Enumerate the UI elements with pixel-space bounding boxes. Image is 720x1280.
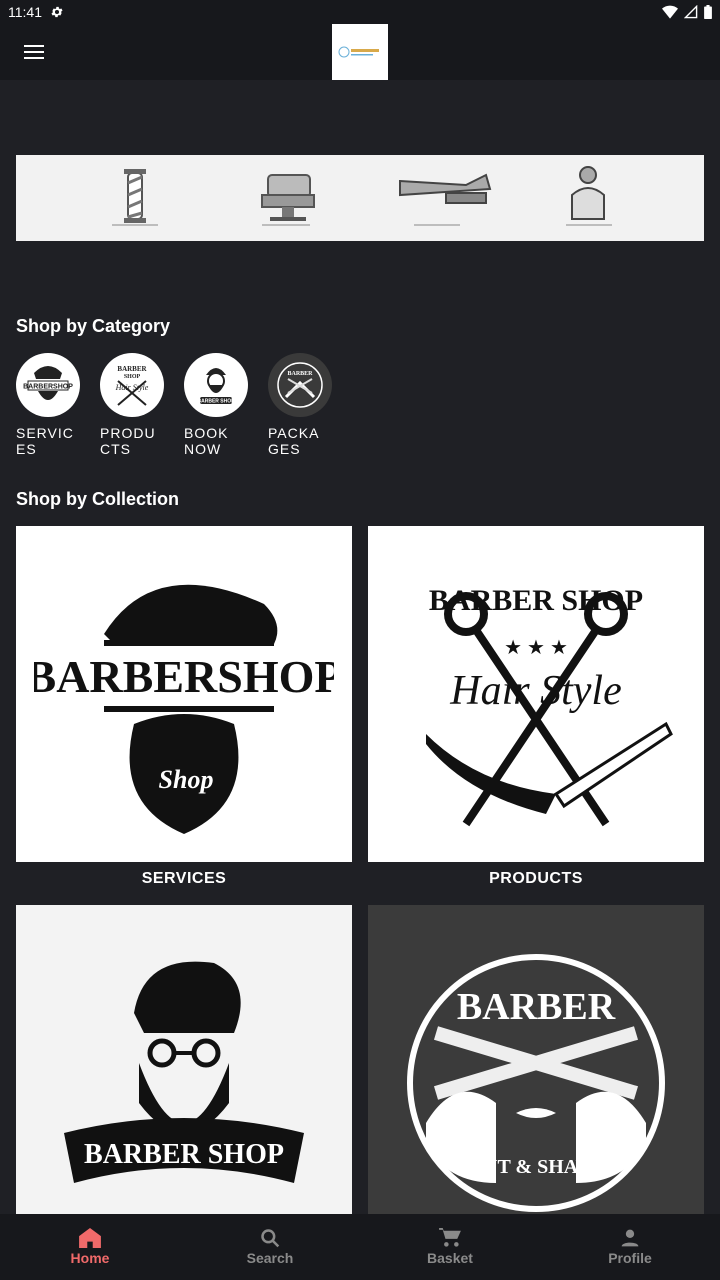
category-packages-image: BARBER xyxy=(268,353,332,417)
hero-banner[interactable] xyxy=(16,155,704,241)
collection-book-now-image: BARBER SHOP xyxy=(16,905,352,1241)
collection-products[interactable]: BARBER SHOP ★ ★ ★ Hair Style PRODUCTS xyxy=(368,526,704,896)
svg-text:★ ★ ★: ★ ★ ★ xyxy=(504,637,568,659)
category-book-now[interactable]: BARBER SHOP BOOK NOW xyxy=(184,353,248,457)
nav-profile-label: Profile xyxy=(608,1250,652,1266)
category-book-now-image: BARBER SHOP xyxy=(184,353,248,417)
collection-book-now-image-title: BARBER SHOP xyxy=(84,1139,284,1170)
status-bar: 11:41 xyxy=(0,0,720,24)
collection-packages-image-subtitle: CUT & SHAVE xyxy=(469,1156,604,1178)
svg-text:BARBER: BARBER xyxy=(287,371,313,377)
svg-text:Hair Style: Hair Style xyxy=(115,383,149,392)
search-icon xyxy=(261,1229,280,1248)
svg-text:SHOP: SHOP xyxy=(124,374,141,380)
app-logo[interactable] xyxy=(332,24,388,80)
nav-basket-label: Basket xyxy=(427,1250,473,1266)
category-packages-label: PACKAGES xyxy=(268,425,320,457)
home-icon xyxy=(79,1228,101,1248)
bottom-navigation: Home Search Basket Profile xyxy=(0,1214,720,1280)
collection-packages-image-title: BARBER xyxy=(457,986,616,1028)
category-book-now-label: BOOK NOW xyxy=(184,425,229,457)
category-packages[interactable]: BARBER PACKAGES xyxy=(268,353,332,457)
hamburger-icon xyxy=(24,45,44,59)
collection-packages[interactable]: BARBER CUT & SHAVE xyxy=(368,905,704,1241)
collection-services-image: BARBERSHOP Shop xyxy=(16,526,352,862)
signal-icon xyxy=(684,5,698,19)
category-products-label: PRODUCTS xyxy=(100,425,156,457)
nav-search[interactable]: Search xyxy=(180,1214,360,1280)
category-list: BARBERSHOP SERVICES BARBER SHOP Hair Sty… xyxy=(16,353,332,457)
category-section-title: Shop by Category xyxy=(16,316,171,336)
nav-search-label: Search xyxy=(246,1250,294,1266)
category-products[interactable]: BARBER SHOP Hair Style PRODUCTS xyxy=(100,353,164,457)
category-services[interactable]: BARBERSHOP SERVICES xyxy=(16,353,80,457)
collection-products-label: PRODUCTS xyxy=(489,870,583,887)
app-bar xyxy=(0,24,720,80)
logo-icon xyxy=(338,46,379,58)
status-time: 11:41 xyxy=(8,4,42,20)
collection-services-label: SERVICES xyxy=(141,870,227,887)
profile-icon xyxy=(621,1229,639,1247)
category-services-image: BARBERSHOP xyxy=(16,353,80,417)
category-services-label: SERVICES xyxy=(16,425,74,457)
nav-basket[interactable]: Basket xyxy=(360,1214,540,1280)
nav-home[interactable]: Home xyxy=(0,1214,180,1280)
cart-icon xyxy=(439,1228,461,1247)
collection-section-title: Shop by Collection xyxy=(16,489,180,509)
settings-icon xyxy=(51,6,63,18)
nav-profile[interactable]: Profile xyxy=(540,1214,720,1280)
svg-text:BARBER: BARBER xyxy=(117,365,147,373)
menu-button[interactable] xyxy=(14,32,54,72)
nav-home-label: Home xyxy=(70,1250,110,1266)
collection-services-image-subtitle: Shop xyxy=(159,765,214,794)
wifi-icon xyxy=(662,5,678,19)
collection-products-image: BARBER SHOP ★ ★ ★ Hair Style xyxy=(368,526,704,862)
category-products-image: BARBER SHOP Hair Style xyxy=(100,353,164,417)
battery-icon xyxy=(704,5,712,19)
collection-book-now[interactable]: BARBER SHOP xyxy=(16,905,352,1241)
collection-services[interactable]: BARBERSHOP Shop SERVICES xyxy=(16,526,352,896)
barber-tools-illustration xyxy=(112,166,612,226)
svg-text:BARBER SHOP: BARBER SHOP xyxy=(198,399,236,405)
collection-packages-image: BARBER CUT & SHAVE xyxy=(368,905,704,1241)
svg-text:BARBERSHOP: BARBERSHOP xyxy=(23,384,73,391)
collection-products-image-subtitle: Hair Style xyxy=(449,668,621,714)
collection-services-image-title: BARBERSHOP xyxy=(34,651,334,702)
